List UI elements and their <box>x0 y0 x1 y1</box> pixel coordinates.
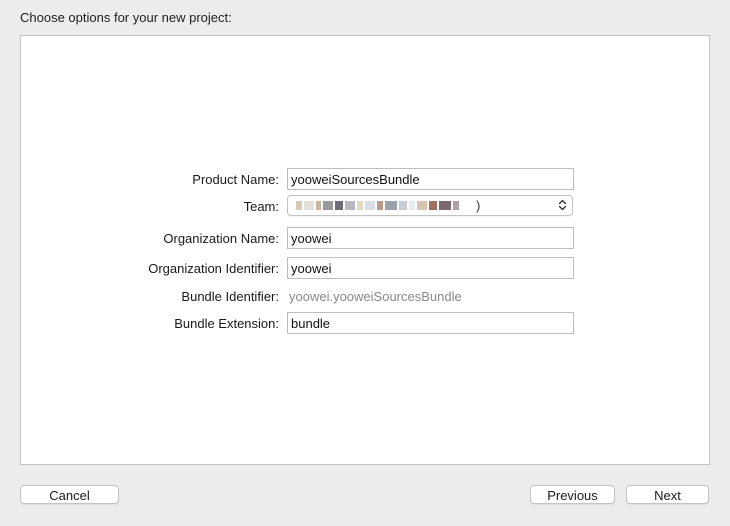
previous-button[interactable]: Previous <box>530 485 615 504</box>
organization-name-field[interactable] <box>287 227 574 249</box>
team-row: Team:) <box>21 195 709 219</box>
bundle-extension-field[interactable] <box>287 312 574 334</box>
product-name-field[interactable] <box>287 168 574 190</box>
options-panel: Product Name: Team: <box>20 35 710 465</box>
team-label: Team: <box>243 199 279 214</box>
product-name-row: Product Name: <box>21 168 709 192</box>
product-name-label: Product Name: <box>192 172 279 187</box>
organization-name-label: Organization Name: <box>163 231 279 246</box>
organization-identifier-label: Organization Identifier: <box>148 261 279 276</box>
cancel-button[interactable]: Cancel <box>20 485 119 504</box>
team-value-suffix: ) <box>476 198 481 213</box>
bundle-identifier-row: Bundle Identifier: yoowei.yooweiSourcesB… <box>21 285 709 309</box>
bundle-extension-row: Bundle Extension: <box>21 312 709 336</box>
team-popup-button[interactable]: ) <box>287 195 573 216</box>
dialog-title: Choose options for your new project: <box>20 10 232 25</box>
team-value-redacted <box>296 199 461 212</box>
bundle-identifier-value: yoowei.yooweiSourcesBundle <box>289 289 462 304</box>
organization-identifier-field[interactable] <box>287 257 574 279</box>
chevron-up-down-icon <box>558 199 567 211</box>
new-project-options-dialog: Choose options for your new project: Pro… <box>0 0 730 526</box>
organization-name-row: Organization Name: <box>21 227 709 251</box>
organization-identifier-row: Organization Identifier: <box>21 257 709 281</box>
bundle-identifier-label: Bundle Identifier: <box>181 289 279 304</box>
bundle-extension-label: Bundle Extension: <box>174 316 279 331</box>
next-button[interactable]: Next <box>626 485 709 504</box>
